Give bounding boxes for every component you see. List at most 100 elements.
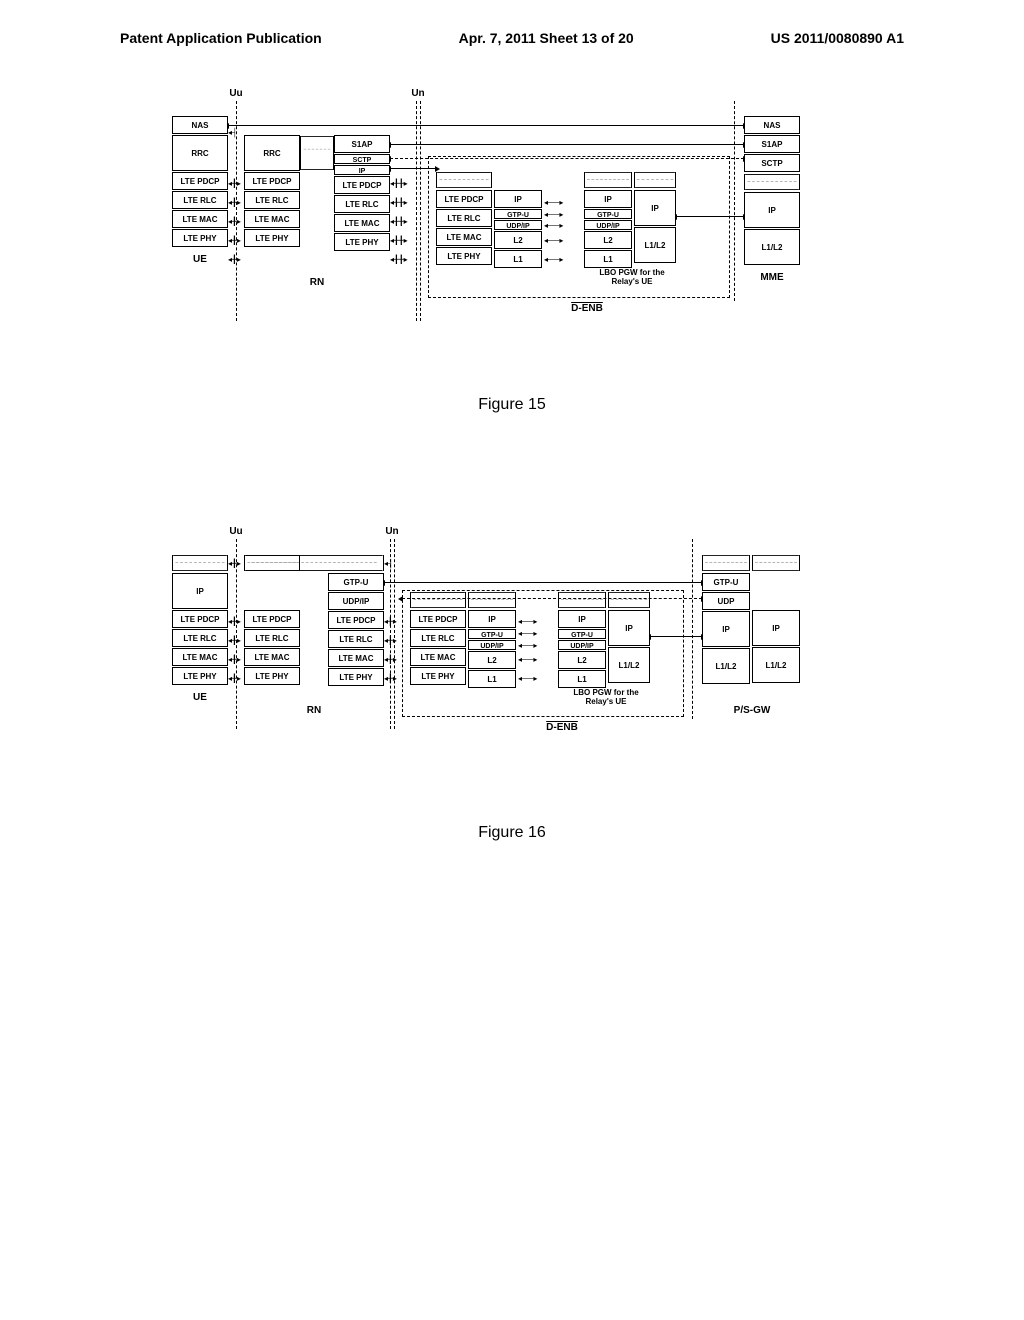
layer-cell: LTE RLC bbox=[334, 195, 390, 213]
denb-right-stack: IP GTP-U UDP/IP L2 L1 bbox=[558, 554, 606, 688]
hourglass-icon bbox=[702, 554, 750, 572]
layer-cell: S1AP bbox=[334, 135, 390, 153]
denb-left-stack: LTE PDCP LTE RLC LTE MAC LTE PHY bbox=[410, 554, 466, 685]
layer-cell: LTE PDCP bbox=[328, 611, 384, 629]
layer-cell: IP bbox=[558, 610, 606, 628]
header-right: US 2011/0080890 A1 bbox=[771, 30, 904, 46]
layer-cell: IP bbox=[634, 190, 676, 226]
layer-cell: L1/L2 bbox=[608, 647, 650, 683]
hourglass-icon bbox=[608, 591, 650, 609]
layer-cell: LTE RLC bbox=[410, 629, 466, 647]
layer-cell: NAS bbox=[172, 116, 228, 134]
layer-cell: LTE MAC bbox=[410, 648, 466, 666]
layer-cell: RRC bbox=[244, 135, 300, 171]
layer-cell: L1 bbox=[558, 670, 606, 688]
rn-right-stack: S1AP SCTP IP LTE PDCP LTE RLC LTE MAC LT… bbox=[334, 116, 390, 251]
psgw-right-stack: IP L1/L2 bbox=[752, 554, 800, 683]
arrow-ip-a bbox=[390, 168, 436, 169]
layer-cell: L1/L2 bbox=[634, 227, 676, 263]
layer-cell: SCTP bbox=[334, 154, 390, 164]
page-header: Patent Application Publication Apr. 7, 2… bbox=[0, 0, 1024, 56]
layer-cell: UDP/IP bbox=[494, 220, 542, 230]
layer-cell: LTE PDCP bbox=[244, 610, 300, 628]
mme-label: MME bbox=[744, 272, 800, 283]
rn-left-stack: LTE PDCP LTE RLC LTE MAC LTE PHY bbox=[244, 554, 300, 685]
figure-15: Uu Un NAS RRC LTE PDCP LTE RLC LTE MAC L… bbox=[112, 56, 912, 414]
arrow-ip bbox=[650, 636, 702, 637]
layer-cell: LTE MAC bbox=[172, 648, 228, 666]
arrow-ip-b bbox=[676, 216, 744, 217]
hourglass-icon bbox=[584, 171, 632, 189]
layer-cell: LTE PDCP bbox=[334, 176, 390, 194]
figure-16-caption: Figure 16 bbox=[112, 824, 912, 842]
layer-cell: L2 bbox=[494, 231, 542, 249]
hourglass-icon bbox=[744, 173, 800, 191]
layer-cell: IP bbox=[744, 192, 800, 228]
layer-cell: GTP-U bbox=[702, 573, 750, 591]
denb-left-stack: LTE PDCP LTE RLC LTE MAC LTE PHY bbox=[436, 116, 492, 265]
mme-stack: NAS S1AP SCTP IP L1/L2 MME bbox=[744, 116, 800, 283]
layer-cell: GTP-U bbox=[558, 629, 606, 639]
iface-uu-label: Uu bbox=[229, 88, 242, 99]
layer-cell: L2 bbox=[468, 651, 516, 669]
layer-cell: L1/L2 bbox=[744, 229, 800, 265]
layer-cell: LTE RLC bbox=[244, 191, 300, 209]
layer-cell: IP bbox=[752, 610, 800, 646]
layer-cell: UDP bbox=[702, 592, 750, 610]
layer-cell: L1/L2 bbox=[752, 647, 800, 683]
denb-label: D-ENB bbox=[567, 303, 607, 314]
iface-un-label: Un bbox=[411, 88, 424, 99]
hourglass-icon bbox=[558, 591, 606, 609]
layer-cell: GTP-U bbox=[468, 629, 516, 639]
layer-cell: NAS bbox=[744, 116, 800, 134]
layer-cell: LTE PHY bbox=[334, 233, 390, 251]
denb-ip-stack: IP L1/L2 bbox=[634, 116, 676, 263]
layer-cell: IP bbox=[584, 190, 632, 208]
rn-label: RN bbox=[244, 705, 384, 716]
layer-cell: L1 bbox=[584, 250, 632, 268]
layer-cell: L2 bbox=[584, 231, 632, 249]
figure-16: Uu Un IP LTE PDCP LTE RLC LTE MAC LTE PH… bbox=[112, 494, 912, 842]
layer-cell: LTE RLC bbox=[244, 629, 300, 647]
layer-cell: LTE PHY bbox=[172, 667, 228, 685]
iface-uu-label: Uu bbox=[229, 526, 242, 537]
denb-right-stack: IP GTP-U UDP/IP L2 L1 bbox=[584, 116, 632, 268]
layer-cell: LTE PHY bbox=[244, 667, 300, 685]
layer-cell: LTE MAC bbox=[244, 648, 300, 666]
layer-cell: UDP/IP bbox=[584, 220, 632, 230]
layer-cell: LTE PHY bbox=[244, 229, 300, 247]
hourglass-icon bbox=[752, 554, 800, 572]
rn-left-stack: RRC LTE PDCP LTE RLC LTE MAC LTE PHY bbox=[244, 116, 300, 247]
header-left: Patent Application Publication bbox=[120, 30, 322, 46]
hourglass-icon bbox=[436, 171, 492, 189]
layer-cell: LTE PDCP bbox=[244, 172, 300, 190]
layer-cell: IP bbox=[702, 611, 750, 647]
layer-cell: UDP/IP bbox=[558, 640, 606, 650]
layer-cell: GTP-U bbox=[494, 209, 542, 219]
layer-cell: L1 bbox=[494, 250, 542, 268]
psgw-left-stack: GTP-U UDP IP L1/L2 bbox=[702, 554, 750, 684]
layer-cell: LTE RLC bbox=[436, 209, 492, 227]
hourglass-icon bbox=[172, 554, 228, 572]
layer-cell: RRC bbox=[172, 135, 228, 171]
layer-cell: SCTP bbox=[744, 154, 800, 172]
hourglass-icon bbox=[634, 171, 676, 189]
layer-cell: LTE MAC bbox=[436, 228, 492, 246]
header-center: Apr. 7, 2011 Sheet 13 of 20 bbox=[459, 30, 634, 46]
denb-mid-stack: IP GTP-U UDP/IP L2 L1 bbox=[468, 554, 516, 688]
layer-cell: LTE PDCP bbox=[172, 172, 228, 190]
ue-stack: NAS RRC LTE PDCP LTE RLC LTE MAC LTE PHY… bbox=[172, 116, 228, 265]
layer-cell: IP bbox=[172, 573, 228, 609]
layer-cell: LTE MAC bbox=[172, 210, 228, 228]
layer-cell: UDP/IP bbox=[468, 640, 516, 650]
denb-mid-stack: IP GTP-U UDP/IP L2 L1 bbox=[494, 116, 542, 268]
layer-cell: LTE PHY bbox=[410, 667, 466, 685]
layer-cell: LTE MAC bbox=[334, 214, 390, 232]
ue-label: UE bbox=[172, 254, 228, 265]
hourglass-icon bbox=[244, 554, 300, 572]
layer-cell: LTE PHY bbox=[328, 668, 384, 686]
layer-cell: IP bbox=[468, 610, 516, 628]
ue-label: UE bbox=[172, 692, 228, 703]
layer-cell: IP bbox=[494, 190, 542, 208]
layer-cell: LTE RLC bbox=[172, 191, 228, 209]
